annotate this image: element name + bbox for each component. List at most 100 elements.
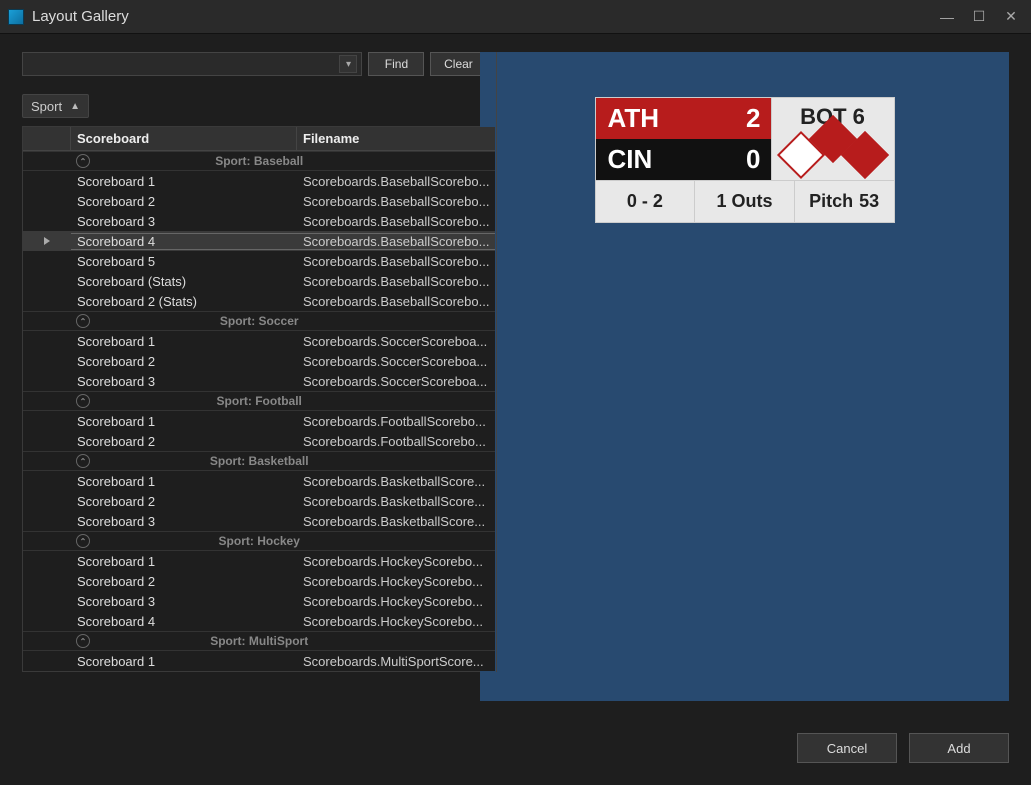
maximize-button[interactable]: ☐ (965, 5, 993, 29)
collapse-icon[interactable]: ⌃ (76, 394, 90, 408)
pitch-cell: Pitch 53 (795, 181, 894, 222)
row-indicator (23, 551, 71, 571)
cell-scoreboard: Scoreboard 4 (71, 614, 297, 629)
bases-diamond-icon (778, 132, 888, 174)
group-label: Sport: Soccer (220, 314, 299, 328)
table-row[interactable]: Scoreboard 4Scoreboards.HockeyScorebo... (23, 611, 495, 631)
group-row[interactable]: ⌃Sport: Basketball (23, 451, 495, 471)
cell-scoreboard: Scoreboard 3 (71, 594, 297, 609)
cell-scoreboard: Scoreboard 3 (71, 374, 297, 389)
table-row[interactable]: Scoreboard 1Scoreboards.BasketballScore.… (23, 471, 495, 491)
table-row[interactable]: Scoreboard 1Scoreboards.FootballScorebo.… (23, 411, 495, 431)
table-row[interactable]: Scoreboard 4Scoreboards.BaseballScorebo.… (23, 231, 495, 251)
cell-scoreboard: Scoreboard 1 (71, 414, 297, 429)
collapse-icon[interactable]: ⌃ (76, 634, 90, 648)
cell-filename: Scoreboards.HockeyScorebo... (297, 594, 495, 609)
cell-scoreboard: Scoreboard 1 (71, 474, 297, 489)
row-indicator (23, 411, 71, 431)
cell-filename: Scoreboards.SoccerScoreboa... (297, 354, 495, 369)
cell-scoreboard: Scoreboard (Stats) (71, 274, 297, 289)
preview-panel: ATH 2 CIN 0 BOT 6 (480, 52, 1009, 701)
count-value: 0 - 2 (627, 191, 663, 212)
chevron-down-icon[interactable]: ▾ (339, 55, 357, 73)
row-indicator (23, 351, 71, 371)
table-row[interactable]: Scoreboard 2 (Stats)Scoreboards.Baseball… (23, 291, 495, 311)
add-button[interactable]: Add (909, 733, 1009, 763)
cell-scoreboard: Scoreboard 5 (71, 254, 297, 269)
table-row[interactable]: Scoreboard 2Scoreboards.BasketballScore.… (23, 491, 495, 511)
cell-filename: Scoreboards.HockeyScorebo... (297, 614, 495, 629)
away-team-row: ATH 2 (596, 98, 771, 139)
clear-button[interactable]: Clear (430, 52, 486, 76)
column-header-scoreboard[interactable]: Scoreboard (71, 127, 297, 150)
cell-filename: Scoreboards.BaseballScorebo... (297, 274, 495, 289)
collapse-icon[interactable]: ⌃ (76, 154, 90, 168)
group-label: Sport: Hockey (219, 534, 300, 548)
row-indicator (23, 571, 71, 591)
cell-scoreboard: Scoreboard 4 (71, 233, 297, 250)
group-row[interactable]: ⌃ Sport: Soccer (23, 311, 495, 331)
row-indicator (23, 371, 71, 391)
minimize-button[interactable]: — (933, 5, 961, 29)
cell-filename: Scoreboards.FootballScorebo... (297, 414, 495, 429)
collapse-icon[interactable]: ⌃ (76, 454, 90, 468)
panel-scrollbar[interactable] (496, 52, 497, 672)
cell-scoreboard: Scoreboard 1 (71, 334, 297, 349)
cell-filename: Scoreboards.SoccerScoreboa... (297, 334, 495, 349)
title-bar: Layout Gallery — ☐ ✕ (0, 0, 1031, 34)
pitch-label: Pitch (809, 191, 853, 212)
table-row[interactable]: Scoreboard 2Scoreboards.BaseballScorebo.… (23, 191, 495, 211)
row-indicator (23, 591, 71, 611)
row-indicator (23, 291, 71, 311)
cell-filename: Scoreboards.MultiSportScore... (297, 654, 495, 669)
group-row[interactable]: ⌃Sport: Baseball (23, 151, 495, 171)
table-row[interactable]: Scoreboard 5Scoreboards.BaseballScorebo.… (23, 251, 495, 271)
cell-scoreboard: Scoreboard 2 (Stats) (71, 294, 297, 309)
group-row[interactable]: ⌃ Sport: Football (23, 391, 495, 411)
cell-scoreboard: Scoreboard 2 (71, 494, 297, 509)
cell-scoreboard: Scoreboard 2 (71, 354, 297, 369)
table-row[interactable]: Scoreboard 2Scoreboards.HockeyScorebo... (23, 571, 495, 591)
pitch-count: 53 (859, 191, 879, 212)
outs-value: 1 Outs (717, 191, 773, 212)
table-row[interactable]: Scoreboard 2Scoreboards.SoccerScoreboa..… (23, 351, 495, 371)
table-row[interactable]: Scoreboard 1Scoreboards.SoccerScoreboa..… (23, 331, 495, 351)
collapse-icon[interactable]: ⌃ (76, 534, 90, 548)
search-combo[interactable]: ▾ (22, 52, 362, 76)
collapse-icon[interactable]: ⌃ (76, 314, 90, 328)
close-button[interactable]: ✕ (997, 5, 1025, 29)
group-row[interactable]: ⌃ Sport: Hockey (23, 531, 495, 551)
table-row[interactable]: Scoreboard 3Scoreboards.BaseballScorebo.… (23, 211, 495, 231)
cell-filename: Scoreboards.BasketballScore... (297, 514, 495, 529)
row-indicator (23, 251, 71, 271)
cell-scoreboard: Scoreboard 1 (71, 654, 297, 669)
table-row[interactable]: Scoreboard 1Scoreboards.HockeyScorebo... (23, 551, 495, 571)
table-row[interactable]: Scoreboard 3Scoreboards.HockeyScorebo... (23, 591, 495, 611)
find-button[interactable]: Find (368, 52, 424, 76)
cell-filename: Scoreboards.BaseballScorebo... (297, 194, 495, 209)
cancel-button[interactable]: Cancel (797, 733, 897, 763)
cell-scoreboard: Scoreboard 3 (71, 214, 297, 229)
group-by-pill[interactable]: Sport ▲ (22, 94, 89, 118)
row-indicator (23, 511, 71, 531)
home-team-score: 0 (746, 144, 760, 175)
group-label: Sport: Football (217, 394, 302, 408)
scoreboard-preview: ATH 2 CIN 0 BOT 6 (595, 97, 895, 223)
group-by-label: Sport (31, 99, 62, 114)
cell-filename: Scoreboards.BasketballScore... (297, 474, 495, 489)
table-row[interactable]: Scoreboard 3Scoreboards.BasketballScore.… (23, 511, 495, 531)
table-row[interactable]: Scoreboard (Stats)Scoreboards.BaseballSc… (23, 271, 495, 291)
app-icon (8, 9, 24, 25)
table-row[interactable]: Scoreboard 3Scoreboards.SoccerScoreboa..… (23, 371, 495, 391)
column-header-filename[interactable]: Filename (297, 127, 495, 150)
table-row[interactable]: Scoreboard 2Scoreboards.FootballScorebo.… (23, 431, 495, 451)
home-team-row: CIN 0 (596, 139, 771, 180)
table-row[interactable]: Scoreboard 1Scoreboards.BaseballScorebo.… (23, 171, 495, 191)
row-indicator (23, 331, 71, 351)
cell-filename: Scoreboards.BaseballScorebo... (297, 254, 495, 269)
cell-filename: Scoreboards.BaseballScorebo... (297, 233, 495, 250)
cell-scoreboard: Scoreboard 2 (71, 434, 297, 449)
group-row[interactable]: ⌃Sport: MultiSport (23, 631, 495, 651)
sort-ascending-icon: ▲ (70, 101, 80, 112)
table-row[interactable]: Scoreboard 1Scoreboards.MultiSportScore.… (23, 651, 495, 671)
